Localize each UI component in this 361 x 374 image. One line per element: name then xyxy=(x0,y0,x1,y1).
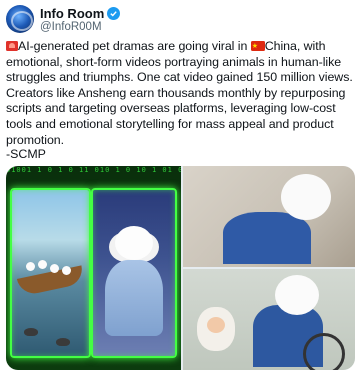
tweet-body: AI-generated pet dramas are going viral … xyxy=(6,39,356,148)
author-name-row: Info Room xyxy=(40,6,121,21)
author-name[interactable]: Info Room xyxy=(40,6,104,21)
author-handle[interactable]: @InfoR00M xyxy=(40,21,102,34)
media-tile-dog-baby[interactable] xyxy=(183,269,355,370)
baby-face-shape xyxy=(207,317,225,333)
media-tile-matrix[interactable]: 01001 1 0 1 0 11 010 1 0 10 1 01 0 1 00 … xyxy=(6,166,181,370)
siren-icon xyxy=(6,41,18,51)
avatar[interactable] xyxy=(6,5,34,33)
verified-badge-icon xyxy=(107,7,121,20)
tweet-header: Info Room @InfoR00M xyxy=(6,5,356,35)
glow-frame xyxy=(91,188,177,358)
glow-frame xyxy=(10,188,91,358)
china-flag-icon xyxy=(250,39,265,55)
tweet-source: -SCMP xyxy=(6,147,46,161)
blue-shirt-shape xyxy=(223,212,311,264)
bicycle-wheel-shape xyxy=(303,333,345,370)
tweet-text-part2: China, with emotional, short-form videos… xyxy=(6,39,353,147)
dog-head-shape xyxy=(275,275,319,315)
dog-head-shape xyxy=(281,174,331,220)
tweet-text-part1: AI-generated pet dramas are going viral … xyxy=(18,39,251,53)
media-tile-dog-shirt[interactable] xyxy=(183,166,355,267)
media-grid: 01001 1 0 1 0 11 010 1 0 10 1 01 0 1 00 … xyxy=(6,166,355,370)
